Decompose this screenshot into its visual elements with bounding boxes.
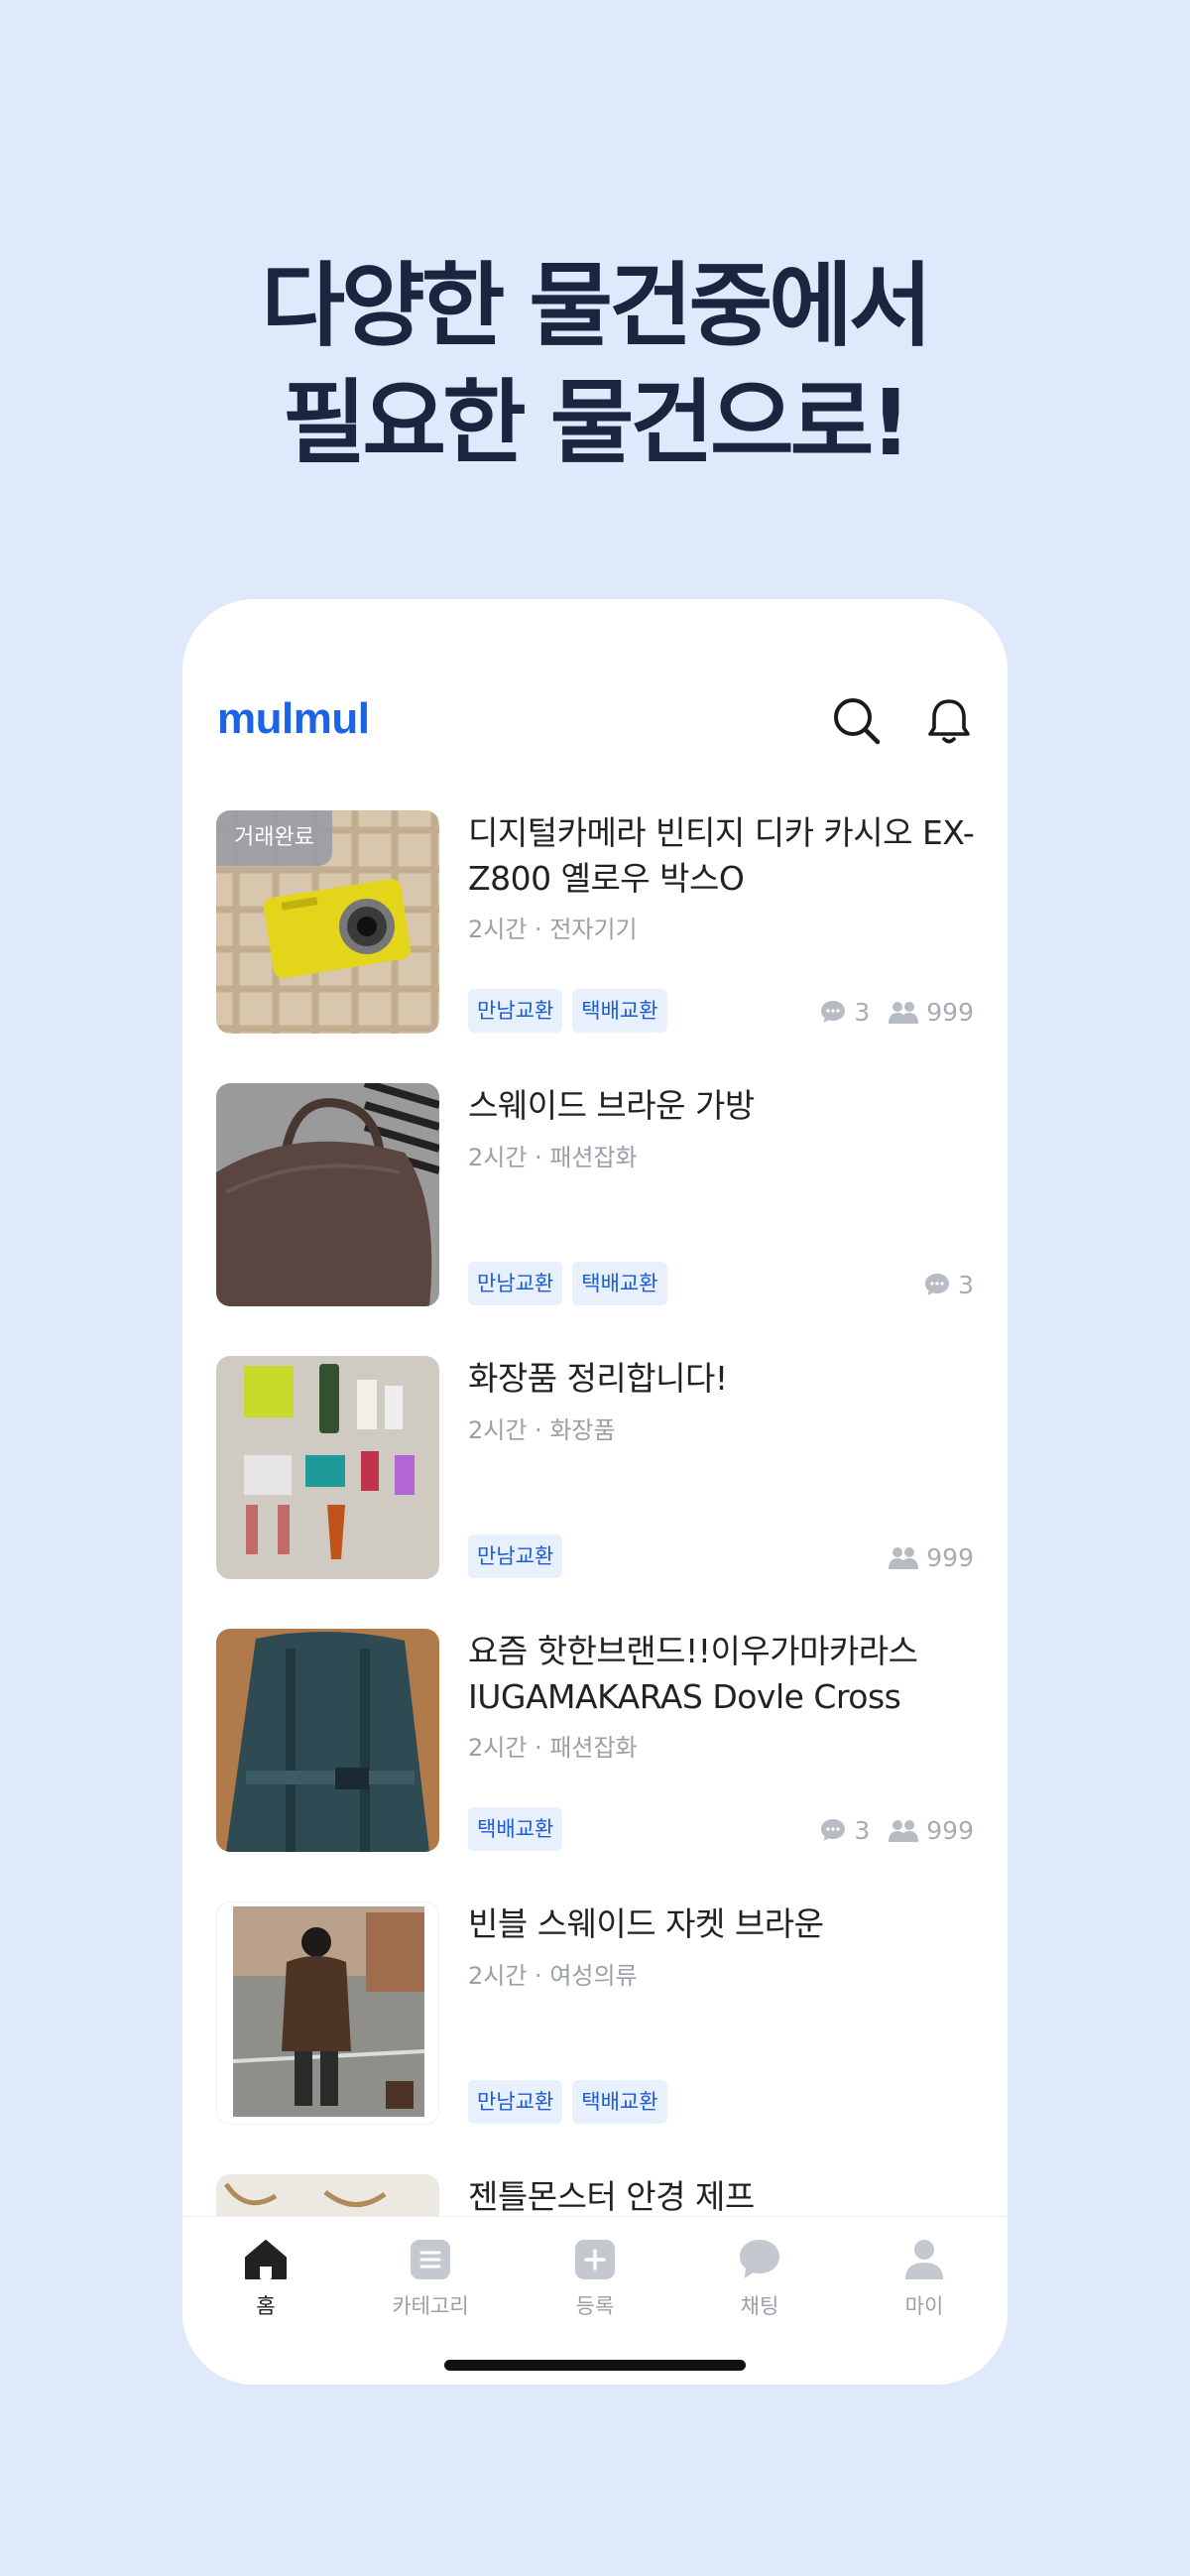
tag-group: 만남교환 — [468, 1534, 563, 1578]
bell-icon[interactable] — [921, 693, 977, 749]
tab-home[interactable]: 홈 — [183, 2231, 348, 2320]
listing-title: 스웨이드 브라운 가방 — [468, 1086, 755, 1125]
listing-meta: 2시간 · 전자기기 — [468, 916, 638, 943]
listing-title: 디지털카메라 빈티지 디카 카시오 EX-Z800 옐로우 박스O — [468, 813, 975, 898]
tag: 만남교환 — [468, 2080, 563, 2124]
like-stat: 999 — [888, 1816, 974, 1845]
comment-stat: 3 — [923, 1271, 974, 1299]
comment-count: 3 — [958, 1270, 974, 1299]
profile-icon — [905, 2240, 943, 2279]
tag-group: 만남교환 택배교환 — [468, 989, 667, 1033]
list-item[interactable]: 거래완료 디지털카메라 빈티지 디카 카시오 EX-Z800 옐로우 박스O 2… — [182, 810, 1008, 1035]
listing-title: 빈블 스웨이드 자켓 브라운 — [468, 1904, 824, 1943]
product-thumbnail — [216, 2174, 439, 2221]
tag: 만남교환 — [468, 1534, 563, 1578]
list-item[interactable]: 스웨이드 브라운 가방 2시간 · 패션잡화 만남교환 택배교환 3 — [182, 1083, 1008, 1307]
listing-title: 요즘 핫한브랜드!!이우가마카라스 IUGAMAKARAS Dovle Cros… — [468, 1632, 918, 1716]
headline-line-1: 다양한 물건중에서 — [261, 253, 932, 359]
like-count: 999 — [926, 1815, 974, 1845]
tag-group: 만남교환 택배교환 — [468, 2080, 667, 2124]
home-indicator — [444, 2360, 746, 2371]
listing-meta: 2시간 · 여성의류 — [468, 1962, 638, 1990]
people-icon — [889, 1820, 919, 1842]
listing-title: 화장품 정리합니다! — [468, 1359, 728, 1398]
like-count: 999 — [926, 997, 974, 1027]
tag: 만남교환 — [468, 1262, 563, 1305]
category-icon — [411, 2240, 450, 2279]
people-icon — [889, 1002, 919, 1024]
listing-title: 젠틀몬스터 안경 제프 — [468, 2177, 755, 2216]
product-thumbnail: 거래완료 — [216, 810, 439, 1034]
listing-list: 거래완료 디지털카메라 빈티지 디카 카시오 EX-Z800 옐로우 박스O 2… — [182, 802, 1008, 2221]
search-icon[interactable] — [829, 693, 885, 749]
tab-my[interactable]: 마이 — [842, 2231, 1007, 2320]
listing-meta: 2시간 · 패션잡화 — [468, 1144, 638, 1171]
tab-label: 카테고리 — [392, 2294, 469, 2318]
app-logo: mulmul — [217, 694, 370, 743]
comment-stat: 3 — [819, 998, 870, 1027]
product-thumbnail — [216, 1356, 439, 1579]
tab-category[interactable]: 카테고리 — [348, 2231, 513, 2320]
people-icon — [889, 1547, 919, 1569]
sold-badge: 거래완료 — [216, 810, 332, 866]
tag: 택배교환 — [468, 1807, 563, 1851]
tag: 만남교환 — [468, 989, 563, 1033]
tab-chat[interactable]: 채팅 — [677, 2231, 842, 2320]
tag-group: 만남교환 택배교환 — [468, 1262, 667, 1305]
comment-stat: 3 — [819, 1816, 870, 1845]
chat-bubble-icon — [821, 1819, 846, 1841]
promo-headline: 다양한 물건중에서 필요한 물건으로! — [0, 248, 1190, 482]
listing-stats: 999 — [888, 1541, 974, 1573]
add-icon — [575, 2240, 615, 2279]
home-icon — [245, 2240, 287, 2279]
listing-stats: 3 999 — [819, 996, 974, 1028]
phone-screen: mulmul 거래완료 디지털카메라 빈티지 디카 카시오 EX-Z800 옐로… — [182, 599, 1008, 2385]
listing-stats: 3 — [923, 1269, 974, 1300]
like-stat: 999 — [888, 1543, 974, 1572]
comment-count: 3 — [854, 1815, 871, 1845]
tab-label: 홈 — [256, 2294, 276, 2318]
tab-register[interactable]: 등록 — [513, 2231, 677, 2320]
chat-icon — [740, 2240, 779, 2278]
tag: 택배교환 — [572, 1262, 667, 1305]
list-item[interactable]: 요즘 핫한브랜드!!이우가마카라스 IUGAMAKARAS Dovle Cros… — [182, 1629, 1008, 1853]
like-stat: 999 — [888, 998, 974, 1027]
like-count: 999 — [926, 1542, 974, 1572]
chat-bubble-icon — [821, 1001, 846, 1023]
tag: 택배교환 — [572, 989, 667, 1033]
listing-stats: 3 999 — [819, 1814, 974, 1846]
listing-meta: 2시간 · 화장품 — [468, 1416, 616, 1444]
tag: 택배교환 — [572, 2080, 667, 2124]
tag-group: 택배교환 — [468, 1807, 563, 1851]
product-thumbnail — [216, 1901, 439, 2125]
chat-bubble-icon — [925, 1274, 950, 1295]
tab-label: 채팅 — [740, 2294, 779, 2318]
list-item[interactable]: 빈블 스웨이드 자켓 브라운 2시간 · 여성의류 만남교환 택배교환 — [182, 1901, 1008, 2126]
headline-line-2: 필요한 물건으로! — [282, 370, 911, 476]
comment-count: 3 — [854, 997, 871, 1027]
listing-meta: 2시간 · 패션잡화 — [468, 1734, 638, 1762]
list-item[interactable]: 화장품 정리합니다! 2시간 · 화장품 만남교환 999 — [182, 1356, 1008, 1580]
product-thumbnail — [216, 1083, 439, 1306]
tab-label: 마이 — [904, 2294, 944, 2318]
tab-label: 등록 — [575, 2294, 615, 2318]
list-item[interactable]: 젠틀몬스터 안경 제프 — [182, 2174, 1008, 2221]
product-thumbnail — [216, 1629, 439, 1852]
app-header: mulmul — [182, 599, 1008, 797]
